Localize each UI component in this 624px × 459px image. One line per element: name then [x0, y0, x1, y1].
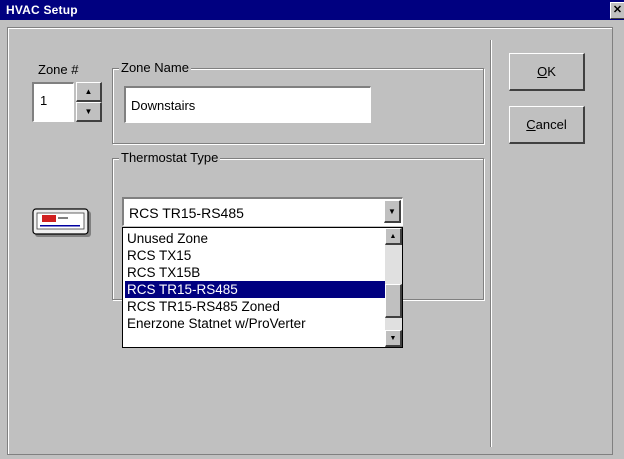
zone-name-legend: Zone Name	[119, 60, 191, 75]
thermostat-type-list[interactable]: Unused Zone RCS TX15 RCS TX15B RCS TR15-…	[122, 227, 403, 348]
arrow-down-icon: ▼	[389, 334, 397, 342]
cancel-button[interactable]: Cancel	[509, 106, 585, 144]
thermostat-icon	[32, 208, 91, 237]
window-title: HVAC Setup	[6, 3, 78, 17]
list-scrollbar[interactable]: ▲ ▼	[385, 228, 402, 347]
dropdown-button[interactable]: ▼	[384, 200, 401, 223]
thermostat-type-legend: Thermostat Type	[119, 150, 221, 165]
spin-down-button[interactable]: ▼	[76, 102, 102, 122]
scroll-up-button[interactable]: ▲	[385, 228, 402, 245]
scroll-down-button[interactable]: ▼	[385, 330, 402, 347]
zone-number-value: 1	[40, 93, 48, 108]
list-item[interactable]: RCS TX15	[125, 247, 385, 264]
list-item[interactable]: Enerzone Statnet w/ProVerter	[125, 315, 385, 332]
hvac-setup-dialog: HVAC Setup ✕ Zone # 1 ▲ ▼ Zone Name Down…	[0, 0, 624, 459]
cancel-label: ancel	[535, 117, 567, 132]
thermostat-type-selected: RCS TR15-RS485	[129, 205, 244, 221]
arrow-down-icon: ▼	[84, 107, 93, 116]
ok-button[interactable]: OK	[509, 53, 585, 91]
list-item[interactable]: RCS TR15-RS485 Zoned	[125, 298, 385, 315]
zone-name-value: Downstairs	[131, 98, 196, 113]
cancel-mnemonic: C	[526, 117, 536, 132]
divider	[490, 40, 492, 447]
ok-mnemonic: O	[537, 64, 548, 79]
zone-number-input[interactable]: 1	[32, 82, 74, 122]
zone-number-label: Zone #	[38, 62, 79, 77]
arrow-up-icon: ▲	[84, 87, 93, 96]
ok-label: K	[547, 64, 556, 79]
scroll-thumb[interactable]	[385, 284, 402, 318]
thermostat-type-combo[interactable]: RCS TR15-RS485 ▼	[122, 197, 403, 226]
list-item-selected[interactable]: RCS TR15-RS485	[125, 281, 385, 298]
list-item[interactable]: Unused Zone	[125, 230, 385, 247]
spin-up-button[interactable]: ▲	[76, 82, 102, 102]
close-icon[interactable]: ✕	[610, 2, 624, 19]
title-bar: HVAC Setup ✕	[0, 0, 624, 20]
list-item[interactable]: RCS TX15B	[125, 264, 385, 281]
arrow-up-icon: ▲	[389, 232, 397, 240]
zone-name-input[interactable]: Downstairs	[124, 86, 371, 123]
chevron-down-icon: ▼	[388, 206, 396, 216]
